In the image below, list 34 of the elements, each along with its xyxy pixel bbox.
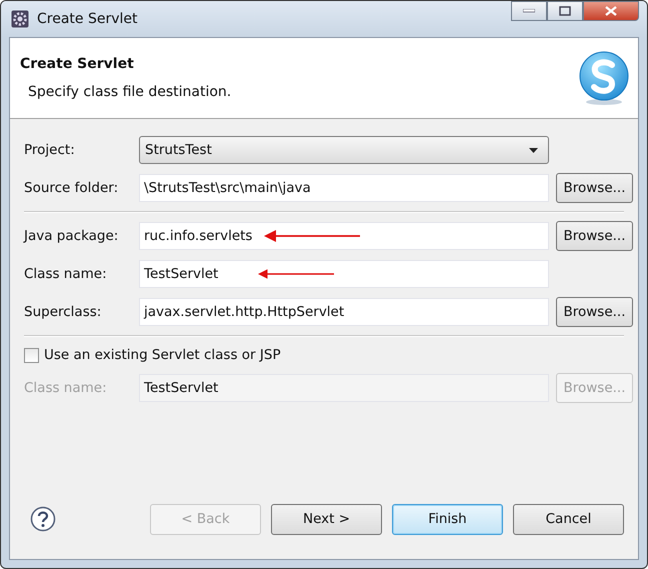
help-icon[interactable] <box>30 506 56 532</box>
maximize-icon <box>559 6 571 16</box>
field-label: Source folder: <box>24 180 120 196</box>
text-field[interactable]: ruc.info.servlets <box>139 222 549 250</box>
field-label: Project: <box>24 142 76 158</box>
minimize-button[interactable] <box>511 1 547 21</box>
browse-button[interactable]: Browse... <box>556 297 633 327</box>
dropdown-arrow-icon <box>529 148 538 152</box>
logo-icon <box>578 50 630 106</box>
field-label: Class name: <box>24 266 108 282</box>
arrow-icon <box>258 268 334 280</box>
page-title: Create Servlet <box>20 56 135 72</box>
existing-class-checkbox[interactable]: Use an existing Servlet class or JSP <box>24 345 624 365</box>
text-field[interactable]: javax.servlet.http.HttpServlet <box>139 298 549 326</box>
text-field[interactable]: TestServlet <box>139 374 549 402</box>
field-label: Superclass: <box>24 304 102 320</box>
close-button[interactable] <box>583 1 639 21</box>
page-description: Specify class file destination. <box>27 84 232 100</box>
project-dropdown[interactable]: StrutsTest <box>139 136 549 164</box>
dialog-button[interactable]: Finish <box>392 504 503 534</box>
gear-icon <box>11 10 29 28</box>
arrow-icon <box>264 230 360 242</box>
close-icon <box>605 6 617 16</box>
text-field[interactable]: TestServlet <box>139 260 549 288</box>
field-label: Java package: <box>24 228 120 244</box>
dialog-button[interactable]: Cancel <box>513 504 624 534</box>
minimize-icon <box>523 9 535 13</box>
text-field[interactable]: \StrutsTest\src\main\java <box>139 174 549 202</box>
window-title: Create Servlet <box>37 11 138 27</box>
browse-button[interactable]: Browse... <box>556 221 633 251</box>
field-label: Class name: <box>24 380 108 396</box>
maximize-button[interactable] <box>547 1 583 21</box>
dialog-button[interactable]: Next > <box>271 504 382 534</box>
browse-button[interactable]: Browse... <box>556 173 633 203</box>
